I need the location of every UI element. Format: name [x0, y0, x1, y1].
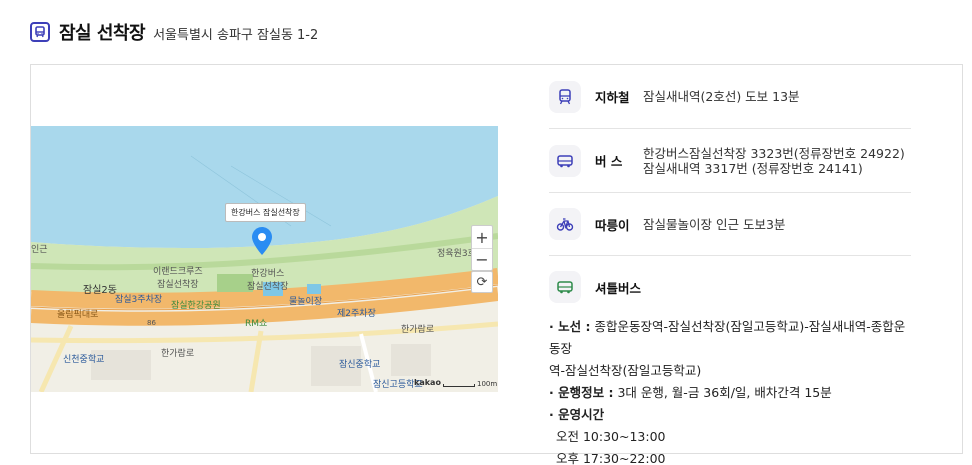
bus-value-line1: 한강버스잠실선착장 3323번(정류장번호 24922)	[643, 145, 905, 161]
kakao-attribution: kakao	[414, 378, 441, 387]
map-label-jamsil2: 잠실2동	[83, 285, 117, 296]
shuttle-time-am: 오전 10:30~13:00	[556, 429, 666, 444]
bike-value: 잠실물놀이장 인근 도보3분	[643, 216, 786, 232]
subway-icon	[549, 80, 581, 113]
shuttle-time-pm: 오후 17:30~22:00	[556, 451, 666, 465]
page-header: 잠실 선착장 서울특별시 송파구 잠실동 1-2	[30, 20, 318, 44]
map-label-olympic: 올림픽대로	[57, 310, 99, 320]
bus-row: 버 스 한강버스잠실선착장 3323번(정류장번호 24922) 잠실새내역 3…	[549, 129, 911, 193]
refresh-button[interactable]: ⟳	[471, 271, 493, 293]
map-label-water: 물놀이장	[289, 297, 323, 307]
map-label-eland: 이랜드크루즈 잠실선착장	[153, 267, 203, 290]
shuttle-label: 셔틀버스	[595, 280, 642, 296]
bus-icon	[549, 144, 581, 177]
map-label-hangang-ro2: 한가람로	[401, 325, 435, 335]
map-label-jamsin-mid: 잠신중학교	[339, 360, 381, 370]
map-label-left-edge: 인근	[31, 245, 48, 255]
page-title: 잠실 선착장	[59, 23, 146, 44]
shuttle-bus-icon	[549, 271, 581, 303]
info-panel: 이랜드크루즈 잠실선착장 한강버스 잠실선착장 잠실2동 잠실3주차장 잠실한강공원…	[30, 64, 963, 465]
bus-value: 한강버스잠실선착장 3323번(정류장번호 24922) 잠실새내역 3317번…	[643, 146, 905, 176]
shuttle-info: · 운행정보 : 3대 운행, 월-금 36회/일, 배차간격 15분	[549, 385, 832, 400]
zoom-control: + −	[471, 225, 493, 271]
map-label-parking3: 잠실3주차장	[115, 295, 163, 305]
bus-label: 버 스	[595, 154, 623, 169]
zoom-in-button[interactable]: +	[472, 226, 492, 248]
bike-label: 따릉이	[595, 217, 630, 233]
shuttle-time-label: · 운영시간	[549, 407, 605, 422]
subway-row: 지하철 잠실새내역(2호선) 도보 13분	[549, 65, 911, 129]
address: 서울특별시 송파구 잠실동 1-2	[153, 27, 319, 43]
map-label-road86: 86	[147, 319, 156, 327]
transport-info: 지하철 잠실새내역(2호선) 도보 13분 버 스 한강버스잠실선착장 3323…	[549, 65, 911, 465]
subway-label: 지하철	[595, 90, 630, 105]
shuttle-route-cont: 역-잠실선착장(잠일고등학교)	[549, 363, 702, 378]
map-label-rm: RM쇼	[245, 319, 268, 329]
map-scale-label: 100m	[477, 380, 498, 388]
map[interactable]: 이랜드크루즈 잠실선착장 한강버스 잠실선착장 잠실2동 잠실3주차장 잠실한강공원…	[31, 126, 498, 392]
shuttle-row: 셔틀버스	[549, 256, 911, 318]
shuttle-details: · 노선 : 종합운동장역-잠실선착장(잠일고등학교)-잠실새내역-종합운동장 …	[549, 316, 911, 465]
map-label-park: 잠실한강공원	[171, 301, 221, 311]
map-label-sinsae-school: 신천중학교	[63, 355, 105, 365]
bike-row: 따릉이 잠실물놀이장 인근 도보3분	[549, 193, 911, 256]
map-label-hangang-bus: 한강버스 잠실선착장	[247, 269, 289, 292]
map-label-parking2: 제2주차장	[337, 309, 376, 319]
bus-value-line2: 잠실새내역 3317번 (정류장번호 24141)	[643, 160, 863, 176]
shuttle-route: · 노선 : 종합운동장역-잠실선착장(잠일고등학교)-잠실새내역-종합운동장	[549, 319, 906, 356]
subway-value: 잠실새내역(2호선) 도보 13분	[643, 89, 800, 104]
map-pin-icon[interactable]	[252, 227, 272, 255]
bus-stop-icon	[30, 22, 50, 42]
zoom-out-button[interactable]: −	[472, 248, 492, 270]
map-scale-bar	[443, 384, 475, 387]
map-label-hangang-ro: 한가람로	[161, 349, 195, 359]
bicycle-icon	[549, 208, 581, 240]
map-tooltip: 한강버스 잠실선착장	[225, 203, 306, 222]
